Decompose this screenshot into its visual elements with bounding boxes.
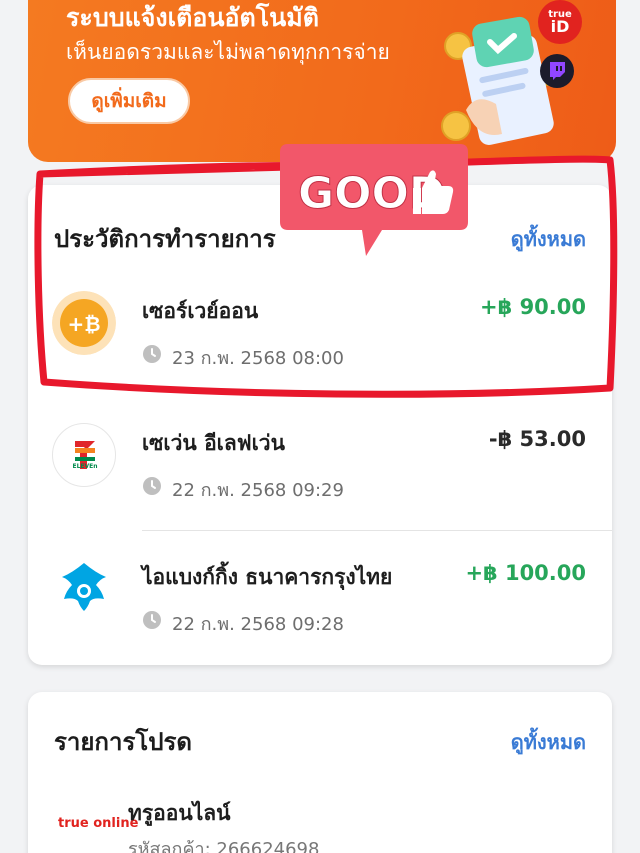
- banner-title: ระบบแจ้งเตือนอัตโนมัติ: [66, 3, 319, 32]
- clock-icon: [143, 345, 161, 363]
- transaction-row[interactable]: +₿ เซอร์เวย์ออน +฿ 90.00 23 ก.พ. 2568 08…: [28, 275, 612, 405]
- transaction-date: 22 ก.พ. 2568 09:28: [172, 614, 344, 635]
- twitch-icon: [540, 54, 574, 88]
- favorite-customer-id: รหัสลูกค้า: 266624698: [128, 839, 320, 853]
- transaction-date: 23 ก.พ. 2568 08:00: [172, 348, 344, 369]
- row-divider: [142, 530, 612, 531]
- transaction-name: เซอร์เวย์ออน: [142, 299, 259, 323]
- banner-subtitle: เห็นยอดรวมและไม่พลาดทุกการจ่าย: [66, 40, 390, 64]
- krungthai-logo: [52, 555, 116, 619]
- clock-icon: [143, 611, 161, 629]
- good-thumbs-up-sticker: GOOD: [280, 144, 468, 256]
- transaction-row[interactable]: ไอแบงก์กิ้ง ธนาคารกรุงไทย +฿ 100.00 22 ก…: [28, 541, 612, 671]
- bitcoin-coin-icon: +₿: [52, 291, 116, 355]
- history-title: ประวัติการทำรายการ: [54, 225, 276, 253]
- transaction-amount: +฿ 100.00: [465, 561, 586, 585]
- see-more-button[interactable]: ดูเพิ่มเติม: [68, 78, 190, 124]
- svg-text:+₿: +₿: [67, 312, 100, 336]
- transaction-amount: +฿ 90.00: [480, 295, 586, 319]
- favorites-see-all-link[interactable]: ดูทั้งหมด: [511, 726, 586, 758]
- favorites-title: รายการโปรด: [54, 728, 192, 756]
- transaction-name: ไอแบงก์กิ้ง ธนาคารกรุงไทย: [142, 565, 393, 589]
- history-see-all-link[interactable]: ดูทั้งหมด: [511, 223, 586, 255]
- svg-text:ELEVEn: ELEVEn: [72, 463, 97, 470]
- transaction-row[interactable]: ELEVEn เซเว่น อีเลฟเว่น -฿ 53.00 22 ก.พ.…: [28, 407, 612, 537]
- trueid-badge-bottom: iD: [550, 17, 570, 36]
- favorites-card: รายการโปรด ดูทั้งหมด true online ทรูออนไ…: [28, 692, 612, 853]
- transaction-name: เซเว่น อีเลฟเว่น: [142, 431, 285, 455]
- seven-eleven-logo: ELEVEn: [52, 423, 116, 487]
- true-online-logo: true online: [58, 816, 139, 831]
- favorite-name[interactable]: ทรูออนไลน์: [128, 797, 231, 830]
- clock-icon: [143, 477, 161, 495]
- transaction-date: 22 ก.พ. 2568 09:29: [172, 480, 344, 501]
- transaction-amount: -฿ 53.00: [488, 427, 586, 451]
- trueid-badge: true iD: [538, 0, 582, 44]
